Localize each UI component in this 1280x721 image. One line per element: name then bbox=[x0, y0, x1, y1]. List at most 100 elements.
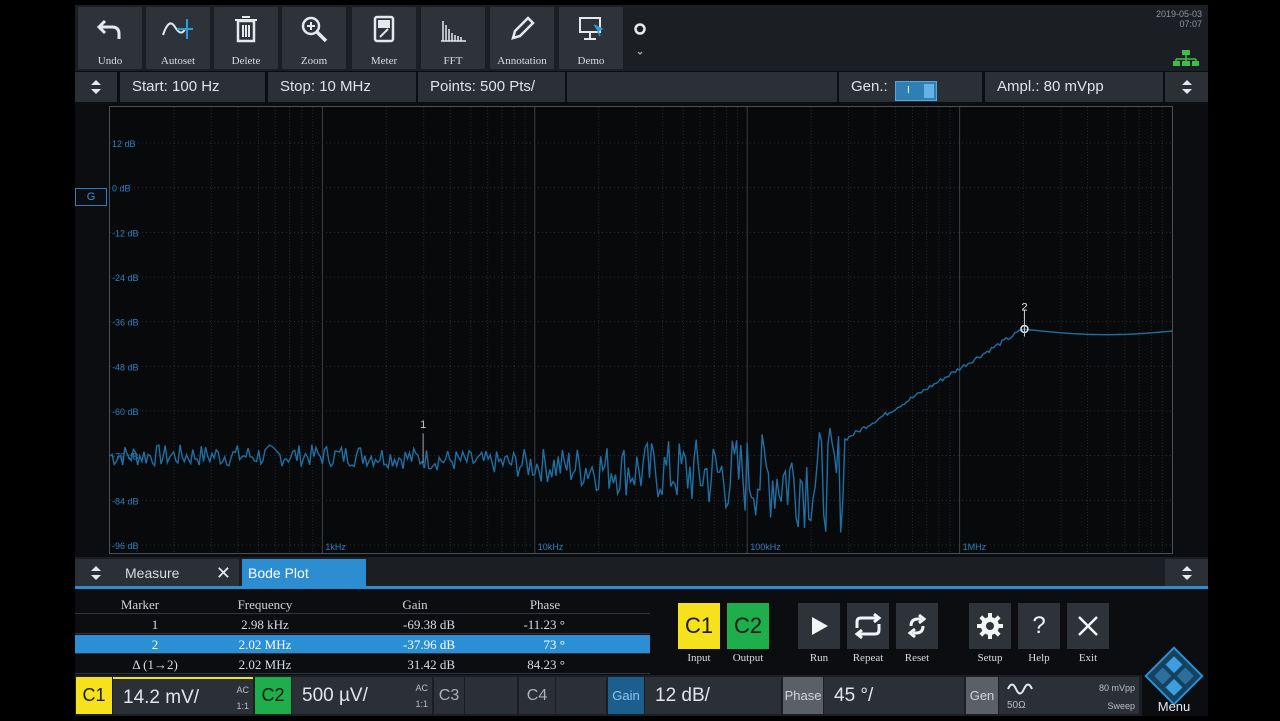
panel-tab-bar: Measure ✕ Bode Plot bbox=[75, 557, 1208, 589]
c2-scale-value: 500 µV/ bbox=[302, 685, 368, 706]
panel-scroll-button[interactable] bbox=[75, 559, 117, 587]
zoom-icon bbox=[301, 16, 328, 43]
gain-reference-marker[interactable]: G bbox=[75, 188, 107, 206]
header-frequency: Frequency bbox=[237, 597, 293, 612]
gen-tag[interactable]: Gen bbox=[966, 677, 998, 714]
c1-scale[interactable]: 14.2 mV/ AC 1:1 bbox=[113, 677, 253, 714]
close-icon bbox=[1078, 616, 1098, 636]
row-gain: -69.38 dB bbox=[403, 617, 455, 632]
c1-tag[interactable]: C1 bbox=[76, 677, 112, 714]
start-frequency-field[interactable]: Start: 100 Hz bbox=[120, 72, 265, 102]
tab-measure[interactable]: Measure ✕ bbox=[117, 559, 239, 587]
c3-tag[interactable]: C3 bbox=[434, 677, 464, 714]
sine-wave-icon bbox=[1007, 683, 1033, 695]
generator-toggle[interactable]: I bbox=[895, 81, 937, 101]
y-tick-label: 12 dB bbox=[112, 139, 136, 149]
autoset-button[interactable]: Autoset bbox=[146, 7, 210, 69]
stop-frequency-field[interactable]: Stop: 10 MHz bbox=[268, 72, 416, 102]
row-phase: 73 ° bbox=[543, 637, 565, 652]
row-gain: -37.96 dB bbox=[403, 637, 455, 652]
table-row[interactable]: Δ (1→2) 2.02 MHz 31.42 dB 84.23 ° bbox=[75, 655, 650, 674]
fft-button[interactable]: FFT bbox=[421, 7, 485, 69]
phase-tag[interactable]: Phase bbox=[783, 677, 823, 714]
c1-input-button[interactable]: C1 bbox=[678, 603, 720, 649]
exit-button[interactable] bbox=[1067, 603, 1109, 649]
c2-scale[interactable]: 500 µV/ AC 1:1 bbox=[292, 677, 432, 714]
network-icon bbox=[1173, 50, 1199, 66]
help-button[interactable]: ? bbox=[1018, 603, 1060, 649]
x-tick-label: 100kHz bbox=[750, 542, 781, 552]
gear-icon bbox=[977, 613, 1003, 639]
settings-scroll-button[interactable] bbox=[75, 72, 117, 102]
row-frequency: 2.02 MHz bbox=[238, 657, 292, 672]
header-marker: Marker bbox=[120, 597, 160, 612]
channel-status-bar: C1 14.2 mV/ AC 1:1 C2 500 µV/ AC 1:1 C3 … bbox=[75, 675, 1208, 716]
annotation-label: Annotation bbox=[497, 55, 547, 67]
sweep-settings-bar: Start: 100 Hz Stop: 10 MHz Points: 500 P… bbox=[75, 71, 1208, 103]
header-phase: Phase bbox=[529, 597, 561, 612]
meter-label: Meter bbox=[370, 55, 398, 67]
tab-bode-plot[interactable]: Bode Plot bbox=[242, 559, 366, 587]
undo-icon bbox=[96, 19, 121, 39]
setup-button[interactable] bbox=[969, 603, 1011, 649]
gen-impedance: 50Ω bbox=[1007, 700, 1026, 711]
settings-scroll-right-button[interactable] bbox=[1165, 72, 1208, 102]
table-row[interactable]: 1 2.98 kHz -69.38 dB -11.23 ° bbox=[75, 615, 650, 634]
up-down-arrows-icon bbox=[1181, 566, 1192, 580]
table-row[interactable]: 2 2.02 MHz -37.96 dB 73 ° bbox=[75, 635, 650, 654]
meter-button[interactable]: Meter bbox=[352, 7, 416, 69]
delete-button[interactable]: Delete bbox=[214, 7, 278, 69]
phase-scale[interactable]: 45 °/ bbox=[824, 677, 964, 714]
toolbar: Undo Autoset Delete Zoom Meter FFT Annot… bbox=[75, 5, 1208, 71]
row-marker: Δ (1→2) bbox=[132, 657, 178, 672]
repeat-button[interactable] bbox=[847, 603, 889, 649]
y-tick-label: -84 dB bbox=[112, 496, 139, 506]
undo-button[interactable]: Undo bbox=[78, 7, 142, 69]
gen-mode: Sweep bbox=[1107, 701, 1135, 711]
gain-tag[interactable]: Gain bbox=[608, 677, 644, 714]
bode-plot-svg: 12 dB 0 dB -12 dB -24 dB -36 dB -48 dB -60 dB -… bbox=[110, 107, 1172, 553]
close-icon[interactable]: ✕ bbox=[216, 559, 231, 587]
c1-coupling: AC bbox=[236, 685, 249, 695]
reset-label: Reset bbox=[904, 652, 930, 664]
output-label: Output bbox=[732, 652, 764, 664]
bode-plot-area[interactable]: 12 dB 0 dB -12 dB -24 dB -36 dB -48 dB -60 dB -… bbox=[109, 106, 1173, 554]
zoom-label: Zoom bbox=[300, 55, 328, 67]
more-options-button[interactable] bbox=[627, 7, 653, 69]
amplitude-field[interactable]: Ampl.: 80 mVpp bbox=[985, 72, 1163, 102]
gain-scale[interactable]: 12 dB/ bbox=[645, 677, 781, 714]
y-tick-label: -72 dB bbox=[112, 452, 139, 462]
question-mark-icon: ? bbox=[1032, 612, 1046, 639]
c2-output-button[interactable]: C2 bbox=[727, 603, 769, 649]
c4-scale[interactable] bbox=[556, 677, 606, 714]
c3-scale[interactable] bbox=[465, 677, 517, 714]
fft-label: FFT bbox=[443, 55, 463, 67]
annotation-button[interactable]: Annotation bbox=[490, 7, 554, 69]
row-phase: 84.23 ° bbox=[527, 657, 565, 672]
x-tick-label: 1MHz bbox=[963, 542, 987, 552]
zoom-button[interactable]: Zoom bbox=[282, 7, 346, 69]
meter-icon bbox=[373, 15, 395, 43]
row-frequency: 2.02 MHz bbox=[238, 637, 292, 652]
table-header: Marker Frequency Gain Phase bbox=[75, 595, 650, 614]
menu-label: Menu bbox=[1157, 699, 1191, 714]
run-button[interactable] bbox=[798, 603, 840, 649]
c2-tag[interactable]: C2 bbox=[255, 677, 291, 714]
demo-button[interactable]: Demo bbox=[559, 7, 623, 69]
points-field[interactable]: Points: 500 Pts/ bbox=[418, 72, 565, 102]
repeat-icon bbox=[854, 612, 882, 640]
marker-1-label: 1 bbox=[420, 419, 426, 431]
demo-icon bbox=[579, 17, 604, 40]
tab-measure-label: Measure bbox=[125, 565, 180, 581]
x-tick-label: 1kHz bbox=[325, 542, 346, 552]
panel-scroll-right-button[interactable] bbox=[1165, 559, 1208, 587]
trash-icon bbox=[235, 16, 257, 43]
menu-button[interactable]: Menu bbox=[1140, 644, 1208, 716]
row-marker: 2 bbox=[151, 637, 159, 652]
c4-tag[interactable]: C4 bbox=[519, 677, 555, 714]
gen-settings[interactable]: 50Ω 80 mVpp Sweep bbox=[999, 677, 1139, 714]
row-marker: 1 bbox=[151, 617, 159, 632]
panel-accent-line bbox=[75, 586, 1208, 589]
gain-trace bbox=[110, 328, 1172, 533]
reset-button[interactable] bbox=[896, 603, 938, 649]
